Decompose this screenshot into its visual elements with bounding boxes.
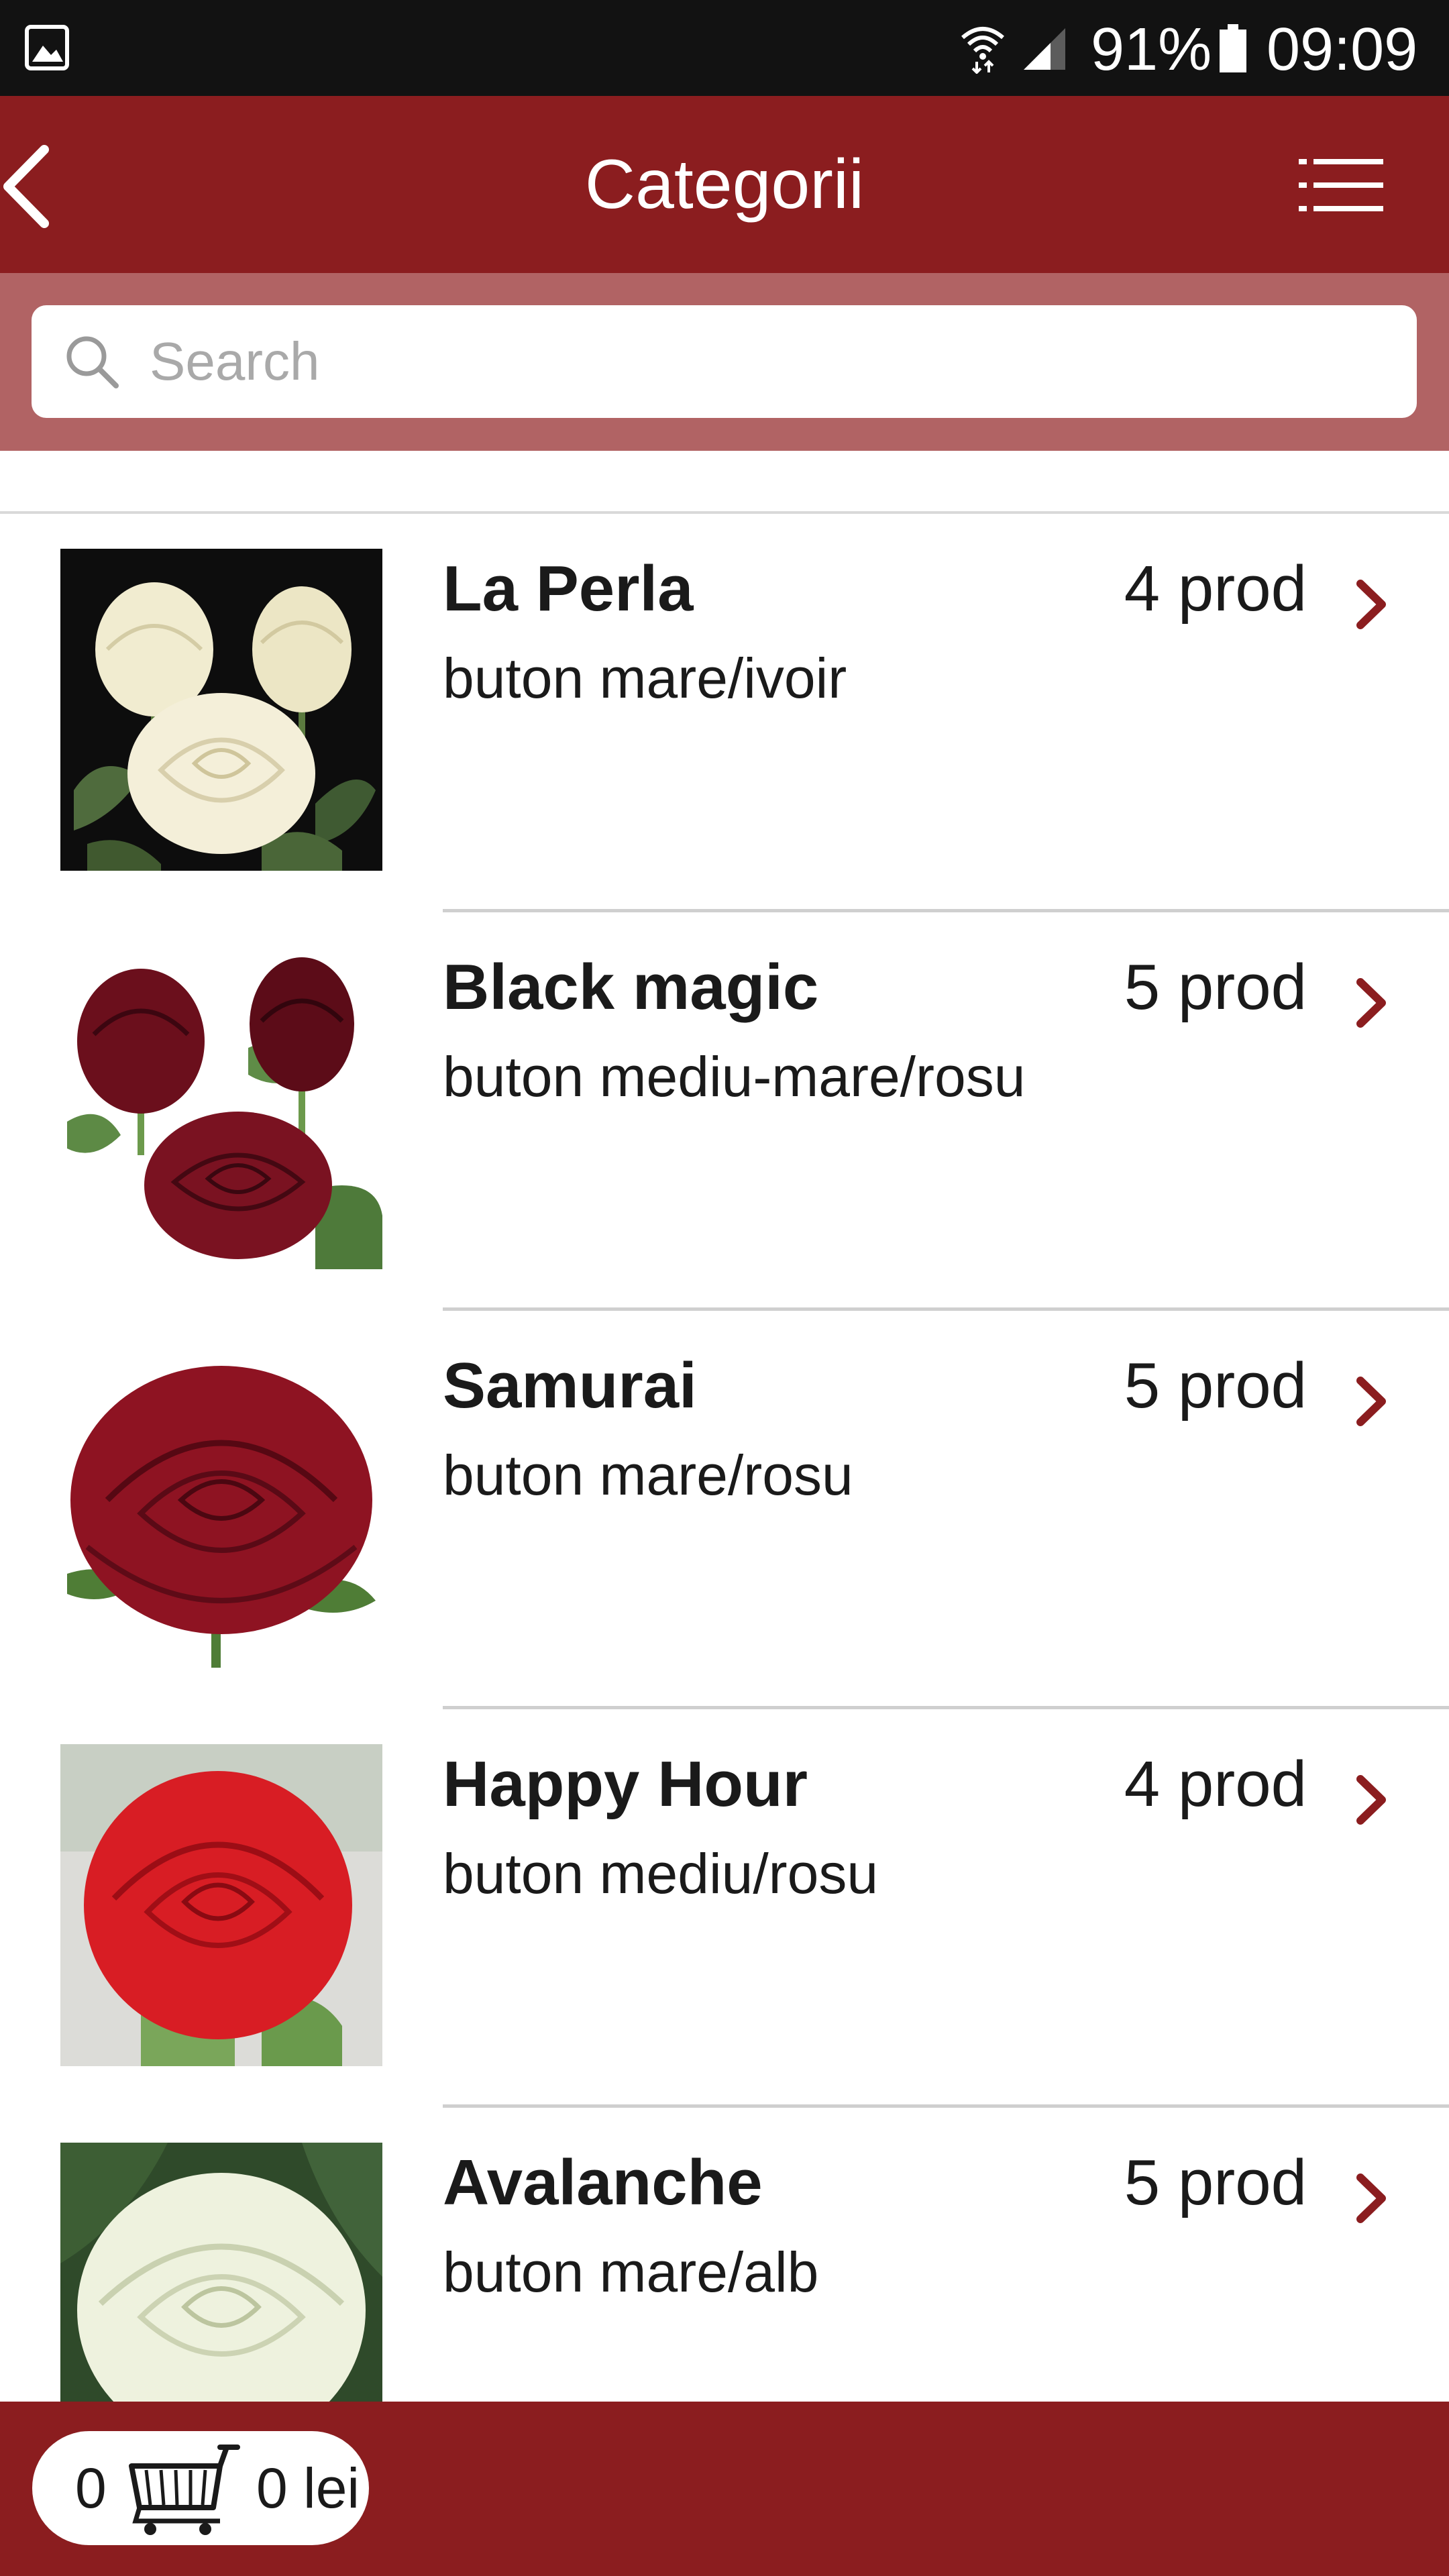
category-description: buton mediu/rosu [443, 1842, 879, 1905]
category-description: buton mediu-mare/rosu [443, 1045, 1026, 1108]
category-row-samurai[interactable]: Samurai buton mare/rosu 5 prod [0, 1311, 1449, 1709]
category-list: La Perla buton mare/ivoir 4 prod Black m… [0, 451, 1449, 2402]
category-description: buton mare/rosu [443, 1444, 853, 1507]
battery-icon [1220, 24, 1246, 72]
product-count: 5 prod [1124, 1350, 1307, 1421]
status-bar: 91% 09:09 [0, 0, 1449, 96]
chevron-right-icon [1356, 580, 1386, 629]
bottom-bar: 0 0 lei [0, 2402, 1449, 2576]
clock: 09:09 [1267, 16, 1418, 83]
category-image-black-magic [60, 947, 382, 1269]
page-title: Categorii [584, 146, 865, 223]
list-menu-icon[interactable] [1299, 156, 1383, 214]
cart-total: 0 lei [256, 2457, 360, 2520]
search-box[interactable] [32, 305, 1417, 418]
gallery-icon [25, 25, 69, 70]
category-description: buton mare/alb [443, 2241, 819, 2304]
category-name: Avalanche [443, 2147, 763, 2218]
search-input[interactable] [150, 319, 1371, 405]
signal-icon [1024, 28, 1065, 70]
category-image-la-perla [60, 549, 382, 871]
search-icon [66, 336, 119, 388]
battery-percent: 91% [1091, 16, 1212, 83]
category-name: La Perla [443, 553, 694, 625]
chevron-right-icon [1356, 1775, 1386, 1825]
back-arrow-icon[interactable] [0, 143, 54, 230]
search-bar [0, 273, 1449, 451]
wifi-icon [961, 27, 1004, 74]
chevron-right-icon [1356, 1377, 1386, 1426]
product-count: 4 prod [1124, 553, 1307, 625]
category-name: Black magic [443, 951, 819, 1023]
category-description: buton mare/ivoir [443, 647, 847, 710]
cart-button[interactable]: 0 0 lei [32, 2431, 369, 2545]
product-count: 4 prod [1124, 1748, 1307, 1820]
product-count: 5 prod [1124, 2147, 1307, 2218]
app-header: Categorii [0, 96, 1449, 273]
product-count: 5 prod [1124, 951, 1307, 1023]
category-row-avalanche[interactable]: Avalanche buton mare/alb 5 prod [0, 2108, 1449, 2402]
category-row-black-magic[interactable]: Black magic buton mediu-mare/rosu 5 prod [0, 912, 1449, 1311]
list-top-spacer [0, 451, 1449, 514]
category-image-happy-hour [60, 1744, 382, 2066]
chevron-right-icon [1356, 978, 1386, 1028]
category-row-happy-hour[interactable]: Happy Hour buton mediu/rosu 4 prod [0, 1709, 1449, 2108]
shopping-cart-icon [129, 2445, 240, 2535]
category-row-la-perla[interactable]: La Perla buton mare/ivoir 4 prod [0, 514, 1449, 912]
category-image-avalanche [60, 2143, 382, 2402]
category-name: Happy Hour [443, 1748, 808, 1820]
category-name: Samurai [443, 1350, 697, 1421]
cart-quantity: 0 [75, 2457, 107, 2520]
category-image-samurai [60, 1346, 382, 1668]
chevron-right-icon [1356, 2174, 1386, 2223]
